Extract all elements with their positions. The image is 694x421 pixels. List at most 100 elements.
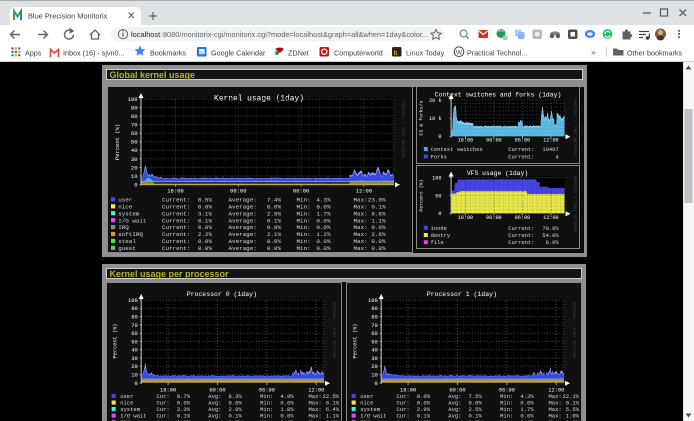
svg-text:06:00: 06:00: [293, 188, 310, 195]
svg-text:Apps: Apps: [25, 48, 42, 57]
svg-text:Linux Today: Linux Today: [406, 48, 445, 57]
svg-text:50: 50: [131, 139, 138, 146]
svg-text:Context switches: Context switches: [431, 146, 483, 153]
svg-text:0: 0: [438, 134, 441, 140]
svg-text:0: 0: [374, 381, 377, 387]
svg-text:Inbox (16) - sjvn0...: Inbox (16) - sjvn0...: [63, 48, 125, 57]
svg-text:guest: guest: [118, 245, 136, 252]
svg-text:1.7%: 1.7%: [316, 210, 331, 217]
svg-text:18:00: 18:00: [167, 188, 184, 195]
svg-text:60: 60: [131, 331, 137, 337]
svg-text:12:00: 12:00: [356, 188, 373, 195]
svg-text:10: 10: [371, 373, 377, 379]
svg-text:Current:: Current:: [508, 239, 534, 246]
svg-text:Max:: Max:: [354, 210, 368, 217]
svg-text:90: 90: [371, 306, 377, 312]
svg-text:00:00: 00:00: [486, 138, 502, 144]
svg-text:70: 70: [131, 122, 138, 129]
svg-text:40: 40: [131, 348, 137, 354]
svg-text:localhost: localhost: [131, 30, 160, 39]
svg-text:90: 90: [131, 306, 137, 312]
svg-text:Min:: Min:: [297, 210, 311, 217]
svg-text:Average:: Average:: [229, 245, 257, 252]
svg-text:RRDTOOL / TOBI OETIKER: RRDTOOL / TOBI OETIKER: [571, 302, 576, 359]
svg-text:Processor 1 (1day): Processor 1 (1day): [427, 291, 497, 298]
svg-text:Percent (%): Percent (%): [419, 179, 425, 211]
svg-text:10407: 10407: [542, 146, 558, 153]
svg-text:90: 90: [131, 104, 138, 111]
svg-text:100: 100: [128, 298, 138, 304]
svg-text:50: 50: [131, 339, 137, 345]
svg-text:50: 50: [371, 339, 377, 345]
svg-text:dentry: dentry: [431, 232, 451, 239]
svg-text:54.0%: 54.0%: [542, 232, 559, 239]
svg-text:18:00: 18:00: [458, 215, 474, 221]
svg-text:40: 40: [371, 348, 377, 354]
svg-text:Bookmarks: Bookmarks: [150, 48, 186, 57]
svg-text:0.0%: 0.0%: [546, 239, 560, 246]
svg-text:4: 4: [555, 153, 558, 160]
svg-text:100: 100: [432, 175, 441, 181]
svg-text:80: 80: [131, 113, 138, 120]
svg-text:50: 50: [435, 193, 441, 199]
svg-text:30: 30: [131, 356, 137, 362]
svg-text:20: 20: [371, 364, 377, 370]
svg-text:Context switches and forks (1: Context switches and forks (1day): [435, 92, 562, 99]
svg-text:»: »: [591, 47, 596, 57]
svg-text:5.8%: 5.8%: [371, 210, 386, 217]
svg-text:0.0%: 0.0%: [198, 245, 213, 252]
svg-text:00:00: 00:00: [230, 188, 247, 195]
svg-text:Current:: Current:: [162, 210, 190, 217]
svg-text:80: 80: [371, 315, 377, 321]
svg-text:RRDTOOL / TOBI OETIKER: RRDTOOL / TOBI OETIKER: [572, 176, 577, 233]
svg-text:3.1%: 3.1%: [198, 210, 213, 217]
svg-text:Blue Precision Monitorix: Blue Precision Monitorix: [28, 12, 108, 21]
svg-text:Processor 0 (1day): Processor 0 (1day): [187, 291, 257, 298]
svg-text:10: 10: [131, 373, 137, 379]
svg-text:Current:: Current:: [508, 153, 534, 160]
svg-text:12:00: 12:00: [543, 215, 559, 221]
svg-text:0: 0: [134, 181, 137, 188]
svg-text:0.0%: 0.0%: [316, 245, 331, 252]
svg-text:70: 70: [131, 323, 137, 329]
svg-text:RRDTOOL / TOBI OETIKER: RRDTOOL / TOBI OETIKER: [572, 99, 577, 156]
svg-text:file: file: [431, 239, 444, 246]
svg-text:VFS usage (1day): VFS usage (1day): [467, 170, 528, 177]
svg-text:2.5%: 2.5%: [267, 210, 282, 217]
svg-text:Average:: Average:: [229, 210, 257, 217]
svg-text:70.6%: 70.6%: [542, 225, 559, 232]
svg-text:60: 60: [371, 331, 377, 337]
svg-text:0: 0: [134, 381, 137, 387]
svg-text:31: 31: [199, 51, 205, 56]
svg-text:20: 20: [131, 164, 138, 171]
svg-text:10 k: 10 k: [429, 116, 441, 122]
svg-text:Percent (%): Percent (%): [114, 124, 121, 160]
svg-text:100: 100: [368, 298, 378, 304]
svg-text:12:00: 12:00: [543, 138, 559, 144]
svg-text:30: 30: [371, 356, 377, 362]
svg-text:Other bookmarks: Other bookmarks: [627, 48, 683, 57]
svg-text:00:00: 00:00: [486, 215, 502, 221]
svg-text:Forks: Forks: [431, 153, 447, 160]
svg-text:Max:: Max:: [354, 245, 368, 252]
svg-text:60: 60: [131, 130, 138, 137]
svg-text:ZDNet: ZDNet: [288, 48, 309, 57]
svg-text:0.0%: 0.0%: [267, 245, 282, 252]
svg-text:Computerworld: Computerworld: [334, 48, 383, 57]
svg-text:Practical Technol...: Practical Technol...: [467, 48, 527, 57]
svg-text::8080/monitorix-cgi/monitorix.: :8080/monitorix-cgi/monitorix.cgi?mode=l…: [161, 30, 428, 39]
svg-text:RRDTOOL / TOBI OETIKER: RRDTOOL / TOBI OETIKER: [331, 302, 336, 359]
svg-text:Current:: Current:: [508, 225, 534, 232]
svg-text:Current:: Current:: [508, 232, 534, 239]
svg-text:20: 20: [131, 364, 137, 370]
svg-text:70: 70: [371, 323, 377, 329]
svg-text:100: 100: [128, 96, 138, 103]
svg-text:40: 40: [131, 147, 138, 154]
svg-text:Current:: Current:: [162, 245, 190, 252]
svg-text:20 k: 20 k: [429, 98, 441, 104]
svg-text:CS & forks/s: CS & forks/s: [419, 100, 425, 135]
svg-text:Percent (%): Percent (%): [113, 324, 119, 359]
svg-text:0: 0: [438, 211, 441, 217]
svg-text:80: 80: [131, 315, 137, 321]
svg-text:10: 10: [131, 173, 138, 180]
